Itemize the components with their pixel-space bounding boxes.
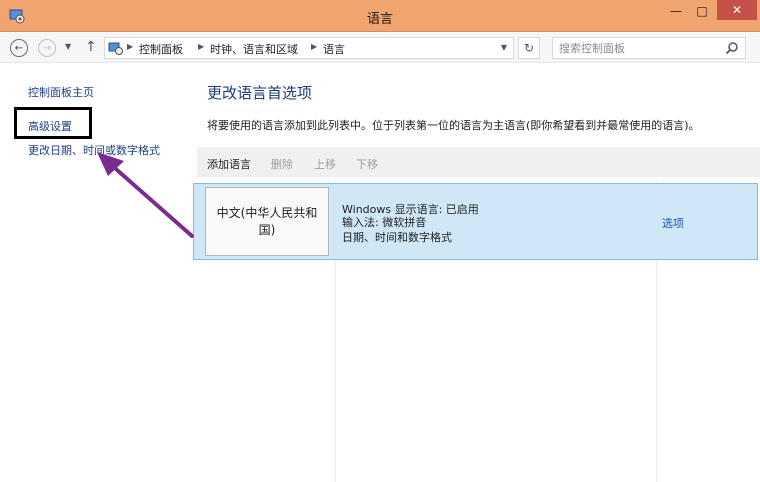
close-button[interactable]: ✕ bbox=[717, 0, 757, 20]
refresh-icon: ↻ bbox=[523, 41, 535, 55]
language-input-method: 输入法: 微软拼音 bbox=[342, 216, 427, 229]
address-bar: ← → ▼ ↑ ▶ 控制面板 ▶ 时钟、语言和区域 ▶ 语言 ▼ ↻ bbox=[0, 33, 760, 63]
chevron-down-icon[interactable]: ▼ bbox=[501, 43, 507, 52]
forward-icon: → bbox=[42, 42, 52, 54]
language-name-button[interactable]: 中文(中华人民共和国) bbox=[205, 187, 329, 256]
chevron-right-icon[interactable]: ▶ bbox=[311, 42, 317, 51]
refresh-button[interactable]: ↻ bbox=[518, 37, 540, 59]
maximize-icon: □ bbox=[696, 4, 708, 18]
maximize-button[interactable]: □ bbox=[689, 0, 715, 22]
breadcrumb-clock-language-region[interactable]: 时钟、语言和区域 bbox=[210, 41, 298, 57]
close-icon: ✕ bbox=[731, 3, 743, 17]
search-icon[interactable] bbox=[725, 41, 739, 55]
add-language-button[interactable]: 添加语言 bbox=[207, 156, 251, 172]
chevron-right-icon[interactable]: ▶ bbox=[198, 42, 204, 51]
recent-locations-dropdown[interactable]: ▼ bbox=[65, 42, 71, 51]
minimize-button[interactable]: — bbox=[663, 0, 689, 22]
page-description: 将要使用的语言添加到此列表中。位于列表第一位的语言为主语言(即你希望看到并最常使… bbox=[207, 119, 700, 132]
move-down-button[interactable]: 下移 bbox=[356, 156, 378, 172]
sidebar-link-date-format[interactable]: 更改日期、时间或数字格式 bbox=[28, 142, 160, 158]
back-icon: ← bbox=[14, 42, 24, 54]
highlight-box bbox=[14, 107, 92, 139]
language-row[interactable]: 中文(中华人民共和国) Windows 显示语言: 已启用 输入法: 微软拼音 … bbox=[193, 183, 758, 260]
sidebar-link-home[interactable]: 控制面板主页 bbox=[28, 84, 94, 100]
language-list: 中文(中华人民共和国) Windows 显示语言: 已启用 输入法: 微软拼音 … bbox=[193, 181, 760, 482]
breadcrumb-control-panel[interactable]: 控制面板 bbox=[139, 41, 183, 57]
language-toolbar: 添加语言 删除 上移 下移 bbox=[197, 147, 760, 177]
breadcrumb[interactable]: ▶ 控制面板 ▶ 时钟、语言和区域 ▶ 语言 ▼ bbox=[104, 37, 514, 59]
back-button[interactable]: ← bbox=[10, 39, 28, 57]
window-title: 语言 bbox=[366, 12, 393, 27]
title-bar: 语言 — □ ✕ bbox=[0, 0, 760, 32]
minimize-icon: — bbox=[670, 4, 682, 18]
page-title: 更改语言首选项 bbox=[207, 84, 313, 102]
search-input[interactable] bbox=[559, 41, 719, 55]
language-options-link[interactable]: 选项 bbox=[662, 215, 684, 231]
breadcrumb-language[interactable]: 语言 bbox=[323, 41, 345, 57]
search-box[interactable] bbox=[552, 37, 746, 59]
up-button[interactable]: ↑ bbox=[85, 39, 97, 55]
language-format: 日期、时间和数字格式 bbox=[342, 231, 452, 244]
control-panel-icon bbox=[108, 42, 123, 55]
forward-button[interactable]: → bbox=[38, 39, 56, 57]
up-icon: ↑ bbox=[85, 39, 97, 55]
chevron-right-icon[interactable]: ▶ bbox=[127, 42, 133, 51]
move-up-button[interactable]: 上移 bbox=[314, 156, 336, 172]
remove-button[interactable]: 删除 bbox=[271, 156, 293, 172]
